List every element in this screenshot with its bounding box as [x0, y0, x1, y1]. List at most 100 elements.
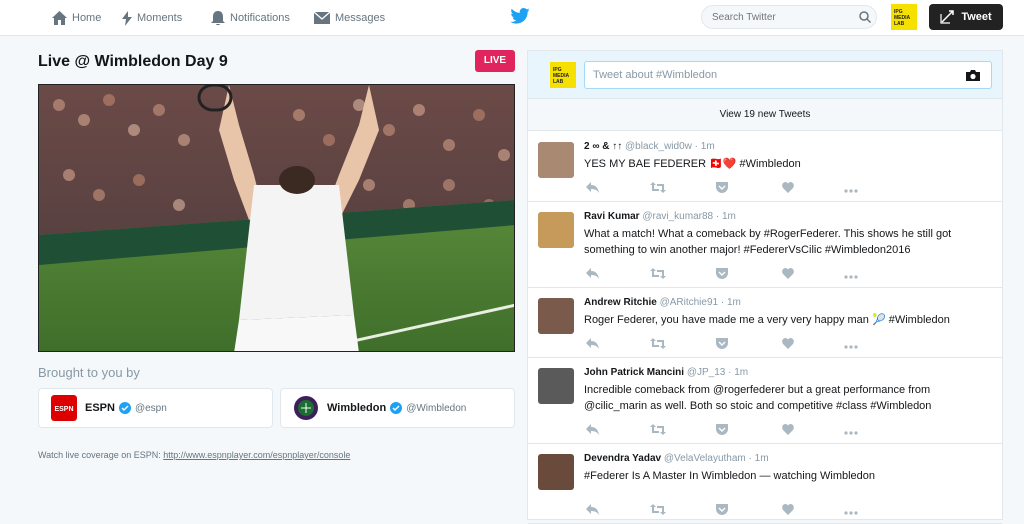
reply-icon[interactable]	[586, 502, 599, 520]
retweet-icon[interactable]	[650, 180, 666, 198]
view-new-tweets-bar[interactable]: View 19 new Tweets	[528, 99, 1002, 131]
tweet-author-name[interactable]: John Patrick Mancini	[584, 367, 684, 378]
espn-logo-icon: ESPN	[51, 395, 77, 421]
nav-moments-label: Moments	[137, 12, 183, 24]
home-icon	[52, 11, 67, 25]
tweet-header: Devendra Yadav @VelaVelayutham · 1m	[584, 453, 769, 464]
tweet-author-name[interactable]: Devendra Yadav	[584, 453, 661, 464]
more-icon[interactable]	[844, 180, 858, 198]
tweet-timestamp[interactable]: · 1m	[695, 141, 715, 152]
tweet-item[interactable]: Devendra Yadav @VelaVelayutham · 1m #Fede…	[528, 444, 1002, 524]
search-icon[interactable]	[859, 11, 871, 23]
like-icon[interactable]	[782, 336, 794, 354]
tweet-avatar[interactable]	[538, 298, 574, 334]
wimbledon-logo-icon	[294, 396, 318, 420]
tweet-author-name[interactable]: Andrew Ritchie	[584, 297, 657, 308]
svg-text:ESPN: ESPN	[54, 406, 73, 413]
tweet-text: Roger Federer, you have made me a very v…	[584, 314, 950, 326]
nav-messages-label: Messages	[335, 12, 386, 24]
nav-home-label: Home	[72, 12, 102, 24]
tweet-header: John Patrick Mancini @JP_13 · 1m	[584, 367, 748, 378]
tweet-button-label: Tweet	[961, 11, 992, 23]
tweet-item[interactable]: Andrew Ritchie @ARitchie91 · 1m Roger Fed…	[528, 288, 1002, 358]
pocket-icon[interactable]	[716, 336, 728, 354]
tweet-header: 2 ∞ & ↑↑ @black_wid0w · 1m	[584, 141, 715, 152]
retweet-icon[interactable]	[650, 422, 666, 440]
search-input[interactable]	[701, 5, 877, 29]
tweet-timeline: IPG MEDIA LAB Tweet about #Wimbledon Vie…	[527, 50, 1003, 524]
tweet-text: #Federer Is A Master In Wimbledon — watc…	[584, 470, 876, 482]
tweet-author-handle[interactable]: @VelaVelayutham	[664, 453, 746, 464]
nav-notifications[interactable]: Notifications	[211, 0, 290, 36]
more-icon[interactable]	[844, 336, 858, 354]
sponsor-card-wimbledon[interactable]: Wimbledon @Wimbledon	[280, 388, 515, 428]
camera-icon[interactable]	[965, 69, 981, 82]
twitter-bird-icon[interactable]	[510, 8, 530, 24]
tweet-header: Andrew Ritchie @ARitchie91 · 1m	[584, 297, 741, 308]
tweet-item[interactable]: John Patrick Mancini @JP_13 · 1m Incredib…	[528, 358, 1002, 444]
tweet-item[interactable]: 2 ∞ & ↑↑ @black_wid0w · 1m YES MY BAE FED…	[528, 132, 1002, 202]
tweet-avatar[interactable]	[538, 142, 574, 178]
envelope-icon	[314, 12, 330, 24]
tweet-compose: IPG MEDIA LAB Tweet about #Wimbledon	[528, 51, 1002, 99]
retweet-icon[interactable]	[650, 502, 666, 520]
tweet-button[interactable]: Tweet	[929, 4, 1003, 30]
tweet-timestamp[interactable]: · 1m	[716, 211, 736, 222]
compose-avatar: IPG MEDIA LAB	[550, 62, 576, 88]
like-icon[interactable]	[782, 266, 794, 284]
tweet-author-handle[interactable]: @ARitchie91	[660, 297, 719, 308]
event-title: Live @ Wimbledon Day 9	[38, 53, 228, 70]
more-icon[interactable]	[844, 422, 858, 440]
reply-icon[interactable]	[586, 422, 599, 440]
like-icon[interactable]	[782, 422, 794, 440]
tweet-timestamp[interactable]: · 1m	[721, 297, 741, 308]
reply-icon[interactable]	[586, 336, 599, 354]
tweet-item[interactable]: Ravi Kumar @ravi_kumar88 · 1m What a matc…	[528, 202, 1002, 288]
pocket-icon[interactable]	[716, 266, 728, 284]
tweet-author-handle[interactable]: @black_wid0w	[625, 141, 692, 152]
like-icon[interactable]	[782, 180, 794, 198]
compose-placeholder: Tweet about #Wimbledon	[593, 69, 718, 81]
pocket-icon[interactable]	[716, 180, 728, 198]
nav-home[interactable]: Home	[52, 0, 101, 36]
sponsor-handle: @espn	[134, 402, 167, 414]
nav-messages[interactable]: Messages	[314, 0, 385, 36]
retweet-icon[interactable]	[650, 336, 666, 354]
user-avatar[interactable]: IPG MEDIA LAB	[891, 4, 917, 30]
reply-icon[interactable]	[586, 180, 599, 198]
video-frame	[39, 85, 514, 351]
tweet-text: What a match! What a comeback by #RogerF…	[584, 228, 952, 256]
sponsor-name: Wimbledon	[327, 402, 387, 414]
more-icon[interactable]	[844, 266, 858, 284]
pocket-icon[interactable]	[716, 502, 728, 520]
sponsor-name: ESPN	[85, 402, 115, 414]
pocket-icon[interactable]	[716, 422, 728, 440]
live-badge: LIVE	[475, 50, 515, 72]
verified-badge-icon	[390, 402, 403, 414]
tweet-avatar[interactable]	[538, 368, 574, 404]
more-icon[interactable]	[844, 502, 858, 520]
tweet-avatar[interactable]	[538, 212, 574, 248]
like-icon[interactable]	[782, 502, 794, 520]
tweet-header: Ravi Kumar @ravi_kumar88 · 1m	[584, 211, 736, 222]
live-video-player[interactable]	[38, 84, 515, 352]
espn-player-link[interactable]: http://www.espnplayer.com/espnplayer/con…	[163, 450, 350, 460]
tweet-author-handle[interactable]: @ravi_kumar88	[642, 211, 713, 222]
top-navigation: Home Moments Notifications Messages IPG …	[0, 0, 1024, 36]
sponsor-card-espn[interactable]: ESPN ESPN @espn	[38, 388, 273, 428]
nav-notifications-label: Notifications	[230, 12, 290, 24]
brought-by-label: Brought to you by	[38, 365, 140, 380]
tweet-author-name[interactable]: 2 ∞ & ↑↑	[584, 141, 622, 152]
nav-moments[interactable]: Moments	[122, 0, 182, 36]
tweet-author-handle[interactable]: @JP_13	[687, 367, 726, 378]
compose-input[interactable]: Tweet about #Wimbledon	[584, 61, 992, 89]
tweet-timestamp[interactable]: · 1m	[728, 367, 748, 378]
tweet-timestamp[interactable]: · 1m	[749, 453, 769, 464]
tweet-author-name[interactable]: Ravi Kumar	[584, 211, 640, 222]
retweet-icon[interactable]	[650, 266, 666, 284]
watch-live-text: Watch live coverage on ESPN: http://www.…	[38, 450, 350, 460]
tweet-avatar[interactable]	[538, 454, 574, 490]
reply-icon[interactable]	[586, 266, 599, 284]
compose-icon	[940, 10, 955, 24]
watch-live-label: Watch live coverage on ESPN:	[38, 450, 164, 460]
